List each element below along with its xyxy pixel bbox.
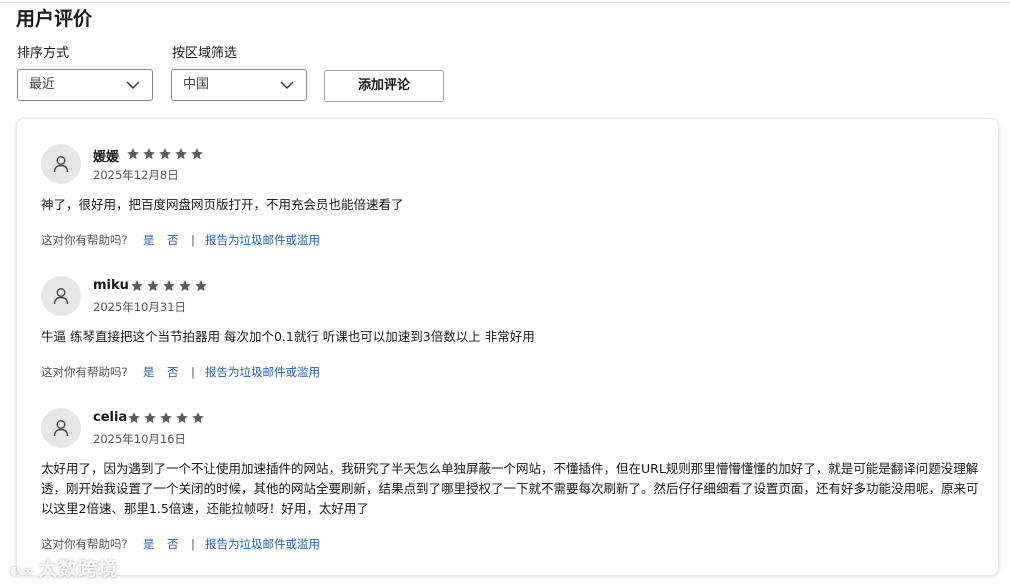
- add-review-button[interactable]: 添加评论: [324, 70, 444, 102]
- review-date: 2025年10月16日: [93, 432, 187, 446]
- star-icon: [143, 148, 155, 160]
- helpful-no-link[interactable]: 否: [167, 364, 179, 380]
- star-icon: [192, 412, 204, 424]
- reviewer-name: miku: [93, 278, 129, 293]
- helpful-prompt: 这对你有帮助吗?: [41, 365, 128, 379]
- star-icon: [160, 412, 172, 424]
- helpful-no-link[interactable]: 否: [167, 536, 179, 552]
- user-icon: [53, 156, 69, 173]
- avatar: [41, 276, 81, 316]
- avatar: [41, 144, 81, 184]
- reviewer-name: celia: [93, 410, 128, 425]
- watermark-logo-icon: ◐∞: [10, 564, 35, 579]
- review-text: 牛逼 练琴直接把这个当节拍器用 每次加个0.1就行 听课也可以加速到3倍数以上 …: [41, 329, 535, 344]
- region-dropdown[interactable]: 中国: [171, 69, 307, 101]
- watermark-text: 大数跨境: [38, 558, 119, 580]
- star-icon: [175, 148, 187, 160]
- helpful-divider: |: [191, 537, 195, 551]
- user-icon: [53, 420, 69, 437]
- helpful-yes-link[interactable]: 是: [143, 232, 155, 248]
- star-rating: [130, 279, 208, 293]
- helpful-yes-link[interactable]: 是: [143, 364, 155, 380]
- sort-dropdown[interactable]: 最近: [17, 69, 153, 101]
- helpful-row: 这对你有帮助吗? 是 否 | 报告为垃圾邮件或滥用: [41, 232, 441, 248]
- review-date: 2025年10月31日: [93, 300, 187, 314]
- reviews-card: 媛媛 2025年12月8日 神了，很好用，把百度网盘网页版打开，不用充会员也能倍…: [16, 118, 999, 576]
- page-title: 用户评价: [16, 8, 93, 30]
- star-rating: [126, 147, 204, 161]
- user-icon: [53, 288, 69, 305]
- star-icon: [144, 412, 156, 424]
- helpful-yes-link[interactable]: 是: [143, 536, 155, 552]
- star-icon: [159, 148, 171, 160]
- helpful-divider: |: [191, 233, 195, 247]
- star-icon: [191, 148, 203, 160]
- report-abuse-link[interactable]: 报告为垃圾邮件或滥用: [205, 232, 320, 248]
- star-icon: [163, 280, 175, 292]
- helpful-prompt: 这对你有帮助吗?: [41, 233, 128, 247]
- review-text: 神了，很好用，把百度网盘网页版打开，不用充会员也能倍速看了: [41, 197, 404, 212]
- review-date: 2025年12月8日: [93, 168, 179, 182]
- star-icon: [147, 280, 159, 292]
- chevron-down-icon: [280, 81, 294, 89]
- star-icon: [179, 280, 191, 292]
- report-abuse-link[interactable]: 报告为垃圾邮件或滥用: [205, 536, 320, 552]
- star-icon: [176, 412, 188, 424]
- star-icon: [127, 148, 139, 160]
- star-rating: [127, 411, 205, 425]
- region-dropdown-value: 中国: [183, 77, 210, 92]
- top-divider: [0, 2, 1010, 3]
- star-icon: [131, 280, 143, 292]
- sort-label: 排序方式: [17, 46, 70, 61]
- helpful-row: 这对你有帮助吗? 是 否 | 报告为垃圾邮件或滥用: [41, 364, 441, 380]
- avatar: [41, 408, 81, 448]
- helpful-row: 这对你有帮助吗? 是 否 | 报告为垃圾邮件或滥用: [41, 536, 441, 552]
- helpful-prompt: 这对你有帮助吗?: [41, 537, 128, 551]
- sort-dropdown-value: 最近: [29, 77, 56, 92]
- helpful-divider: |: [191, 365, 195, 379]
- review-text: 太好用了，因为遇到了一个不让使用加速插件的网站，我研究了半天怎么单独屏蔽一个网站…: [41, 461, 979, 516]
- watermark: ◐∞ 大数跨境: [10, 554, 118, 581]
- reviewer-name: 媛媛: [93, 150, 120, 165]
- chevron-down-icon: [126, 81, 140, 89]
- helpful-no-link[interactable]: 否: [167, 232, 179, 248]
- report-abuse-link[interactable]: 报告为垃圾邮件或滥用: [205, 364, 320, 380]
- star-icon: [128, 412, 140, 424]
- star-icon: [195, 280, 207, 292]
- region-filter-label: 按区域筛选: [172, 46, 238, 61]
